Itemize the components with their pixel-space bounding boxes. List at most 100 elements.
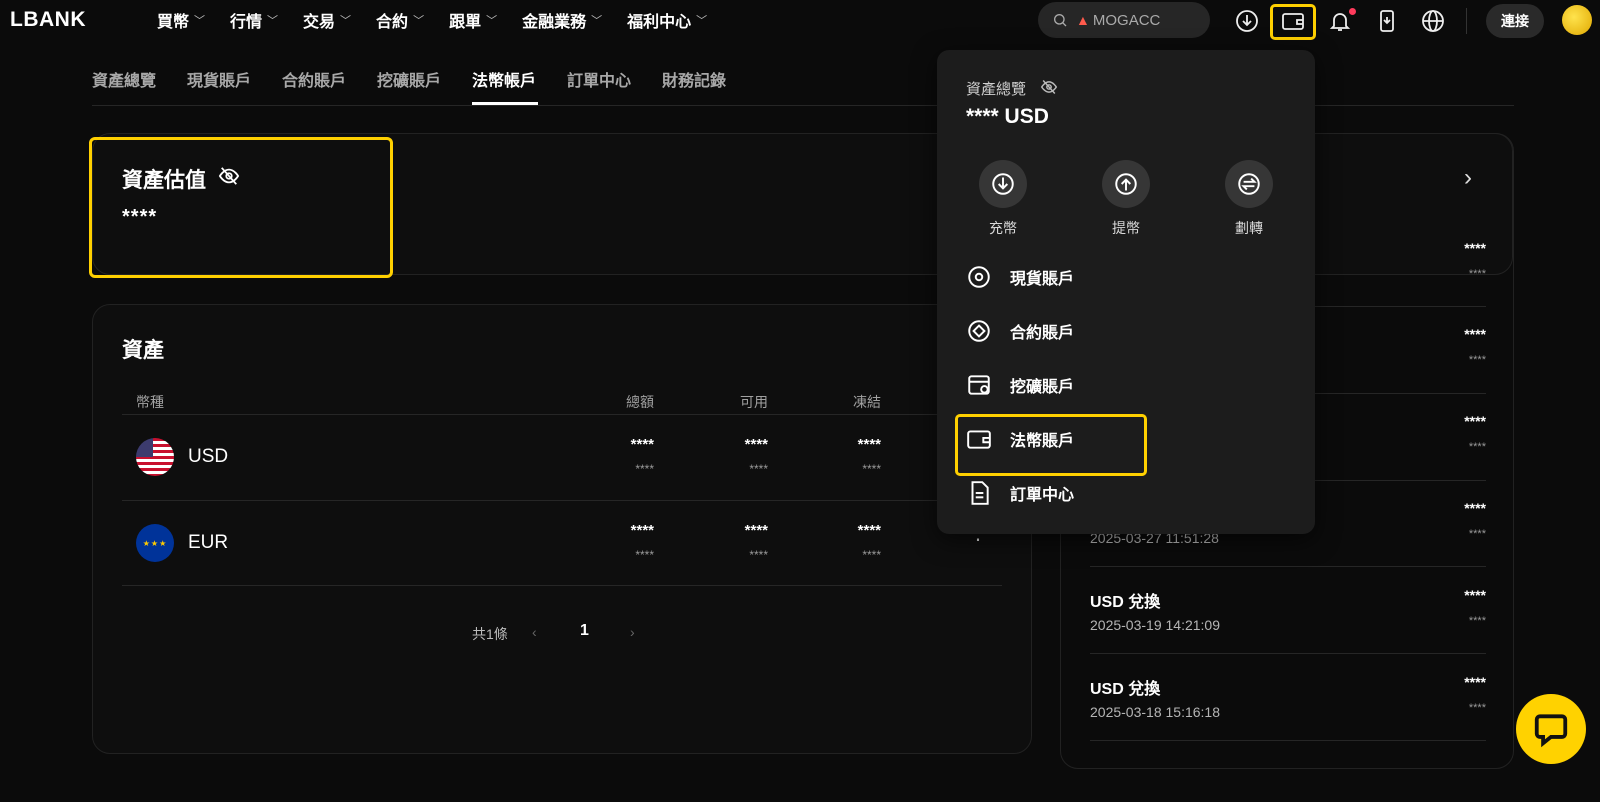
table-divider [122,585,1002,586]
column-header-total: 總額 [626,394,654,410]
assets-title: 資產 [122,339,164,362]
search-hot-term: MOGACC [1092,11,1161,29]
tab-mining-account[interactable]: 挖礦賬戶 [377,67,441,91]
nav-item-buy-crypto[interactable]: 買幣 ﹀ [157,8,205,32]
dropdown-overview-label: 資產總覽 [966,81,1027,98]
currency-name: EUR [188,532,229,553]
total-sub-value: **** [635,462,654,476]
spot-account-icon [968,266,990,288]
chevron-down-icon: ﹀ [696,15,708,27]
search-icon [1054,14,1067,27]
flame-icon: ▲ [1076,12,1090,28]
total-sub-value: **** [635,548,654,562]
transfer-button[interactable]: 劃轉 [1209,160,1289,238]
nav-item-copy-trading[interactable]: 跟單 ﹀ [449,8,497,32]
dropdown-overview-value: **** USD [966,105,1049,128]
estimate-highlight [89,137,393,278]
column-header-frozen: 凍結 [853,394,881,410]
menu-item-mining-account[interactable]: 挖礦賬戶 [966,370,1074,400]
nav-item-futures[interactable]: 合約 ﹀ [376,8,424,32]
history-sub-amount: **** [1468,528,1486,540]
wallet-highlight [1270,4,1316,40]
mining-account-icon [968,375,990,395]
chevron-down-icon: ﹀ [340,15,352,27]
connect-button[interactable]: 連接 [1486,4,1544,38]
next-page-icon[interactable]: › [630,624,635,640]
history-sub-amount: **** [1468,441,1486,453]
futures-account-icon [968,320,990,342]
support-chat-button[interactable] [1516,694,1586,764]
table-divider [122,500,1002,501]
history-amount: **** [1464,587,1486,603]
tab-futures-account[interactable]: 合約賬戶 [282,67,346,91]
chevron-right-icon[interactable]: › [1464,164,1472,192]
total-value: **** [630,522,654,539]
history-amount: **** [1464,240,1486,256]
tab-asset-overview[interactable]: 資產總覽 [92,67,156,91]
menu-item-spot-account[interactable]: 現貨賬戶 [966,262,1074,292]
tab-fiat-account[interactable]: 法幣帳戶 [472,67,536,91]
deposit-icon [992,173,1014,195]
order-center-icon [971,481,989,505]
us-flag-icon [136,438,174,476]
nav-item-trade[interactable]: 交易 ﹀ [303,8,351,32]
history-divider [1090,566,1486,567]
chat-bubble-icon [1534,714,1568,748]
frozen-sub-value: **** [862,462,881,476]
history-amount: **** [1464,674,1486,690]
history-sub-amount: **** [1468,615,1486,627]
menu-item-order-center[interactable]: 訂單中心 [966,478,1074,508]
withdraw-button[interactable]: 提幣 [1086,160,1166,238]
transfer-icon [1238,173,1260,195]
chevron-down-icon: ﹀ [194,15,206,27]
tab-financial-records[interactable]: 財務記錄 [662,67,726,91]
history-amount: **** [1464,413,1486,429]
main-nav: 買幣 ﹀ 行情 ﹀ 交易 ﹀ 合約 ﹀ 跟單 ﹀ 金融業務 ﹀ 福利中心 ﹀ [157,0,732,40]
history-amount: **** [1464,500,1486,516]
transfer-label: 劃轉 [1235,220,1263,236]
deposit-button[interactable]: 充幣 [963,160,1043,238]
history-title: USD 兌換 [1090,594,1161,611]
globe-icon[interactable] [1418,6,1448,36]
withdraw-icon [1115,173,1137,195]
history-time: 2025-03-19 14:21:09 [1090,617,1220,633]
nav-item-finance[interactable]: 金融業務 ﹀ [522,8,602,32]
nav-item-markets[interactable]: 行情 ﹀ [230,8,278,32]
chevron-down-icon: ﹀ [486,15,498,27]
search-input[interactable]: ▲ MOGACC [1038,2,1210,38]
top-navigation-bar: LBANK 買幣 ﹀ 行情 ﹀ 交易 ﹀ 合約 ﹀ 跟單 ﹀ 金融業務 ﹀ 福利中心 ﹀ ▲ … [0,0,1600,42]
history-divider [1090,653,1486,654]
frozen-value: **** [857,522,881,539]
frozen-value: **** [857,436,881,453]
history-divider [1090,740,1486,741]
history-amount: **** [1464,326,1486,342]
fiat-account-highlight [955,414,1147,476]
currency-name: USD [188,446,229,467]
avatar[interactable] [1562,5,1592,35]
tab-order-center[interactable]: 訂單中心 [567,67,631,91]
pagination-total: 共1條 [472,626,508,642]
column-header-currency: 幣種 [136,394,164,410]
history-time: 2025-03-18 15:16:18 [1090,704,1220,720]
hide-balance-eye-icon[interactable] [1040,79,1058,95]
prev-page-icon[interactable]: ‹ [532,624,537,640]
active-tab-indicator [472,102,538,105]
nav-item-rewards-center[interactable]: 福利中心 ﹀ [627,8,707,32]
mobile-app-icon[interactable] [1372,6,1402,36]
assets-card [92,304,1032,754]
header-divider [1466,8,1467,34]
available-sub-value: **** [749,548,768,562]
available-value: **** [744,436,768,453]
tab-spot-account[interactable]: 現貨賬戶 [187,67,251,91]
menu-item-futures-account[interactable]: 合約賬戶 [966,316,1074,346]
pagination-current-page[interactable]: 1 [580,622,589,640]
table-divider [122,414,1002,415]
chevron-down-icon: ﹀ [413,15,425,27]
lbank-logo[interactable]: LBANK [10,8,86,32]
frozen-sub-value: **** [862,548,881,562]
eu-flag-icon: ★★★ [136,524,174,562]
history-sub-amount: **** [1468,268,1486,280]
download-icon[interactable] [1232,6,1262,36]
withdraw-label: 提幣 [1112,220,1140,236]
history-sub-amount: **** [1468,354,1486,366]
